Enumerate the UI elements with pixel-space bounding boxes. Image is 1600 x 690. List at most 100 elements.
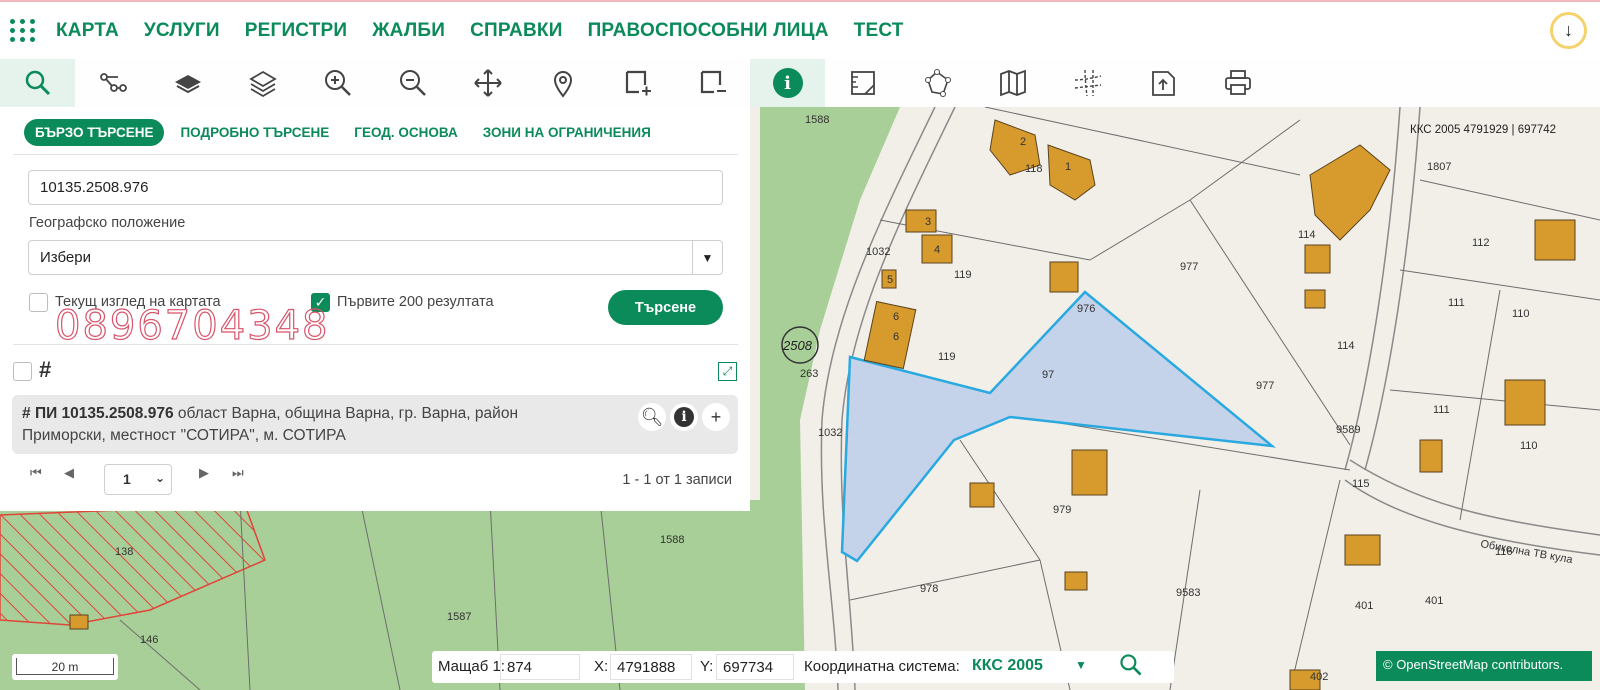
geo-position-select[interactable]: Избери ▼ <box>28 240 723 275</box>
tool-print[interactable] <box>1200 59 1275 107</box>
tab-detailed-search[interactable]: ПОДРОБНО ТЪРСЕНЕ <box>180 125 329 140</box>
first-page-icon[interactable]: ⏮︎ <box>30 465 42 481</box>
result-text: # ПИ 10135.2508.976 област Варна, община… <box>22 403 612 447</box>
nav-services[interactable]: УСЛУГИ <box>144 20 220 42</box>
svg-text:978: 978 <box>920 583 938 595</box>
svg-text:1032: 1032 <box>866 246 890 258</box>
tool-remove-area[interactable] <box>675 59 750 107</box>
last-page-icon[interactable]: ⏭︎ <box>232 465 244 481</box>
svg-text:3: 3 <box>925 216 931 228</box>
map-icon <box>999 69 1026 97</box>
tool-measure[interactable] <box>825 59 900 107</box>
tool-pan[interactable] <box>450 59 525 107</box>
grid-lines-icon <box>1074 69 1101 97</box>
measure-icon <box>850 71 875 95</box>
result-item[interactable]: # ПИ 10135.2508.976 област Варна, община… <box>12 395 738 454</box>
x-input[interactable]: 4791888 <box>610 654 692 680</box>
svg-text:115: 115 <box>1352 478 1370 490</box>
tool-marker[interactable] <box>525 59 600 107</box>
svg-text:4: 4 <box>934 244 940 256</box>
tool-add-area[interactable] <box>600 59 675 107</box>
svg-text:402: 402 <box>1310 671 1328 683</box>
select-all-checkbox[interactable] <box>13 362 32 381</box>
caret-down-icon: ▼ <box>692 241 722 274</box>
prev-page-icon[interactable]: ◀ <box>64 465 74 481</box>
divider <box>13 344 738 345</box>
search-button[interactable]: Търсене <box>608 290 723 325</box>
search-tabs: БЪРЗО ТЪРСЕНЕ ПОДРОБНО ТЪРСЕНЕ ГЕОД. ОСН… <box>24 119 676 146</box>
scale-input[interactable]: 874 <box>500 654 580 680</box>
phone-watermark: 0896704348 <box>54 302 330 349</box>
add-area-icon <box>625 70 651 96</box>
tool-polygon[interactable] <box>900 59 975 107</box>
svg-text:138: 138 <box>115 546 133 558</box>
scale-text: 20 m <box>16 658 114 675</box>
nav-registers[interactable]: РЕГИСТРИ <box>245 20 348 42</box>
svg-text:977: 977 <box>1256 380 1274 392</box>
tool-layer[interactable] <box>150 59 225 107</box>
page-select[interactable]: 1 ⌄ <box>104 464 172 495</box>
svg-text:146: 146 <box>140 634 158 646</box>
nav-map[interactable]: КАРТА <box>56 20 119 42</box>
svg-text:114: 114 <box>1298 229 1316 241</box>
svg-text:9583: 9583 <box>1176 587 1200 599</box>
result-add-button[interactable]: + <box>702 403 730 431</box>
next-page-icon[interactable]: ▶ <box>199 465 209 481</box>
grid-icon: # <box>39 357 52 382</box>
svg-text:6: 6 <box>893 311 899 323</box>
apps-grid-icon[interactable] <box>10 16 40 46</box>
download-button[interactable]: ↓ <box>1550 12 1587 49</box>
caret-down-icon[interactable]: ▼ <box>1075 658 1087 672</box>
marker-icon <box>553 71 572 98</box>
svg-text:6: 6 <box>893 331 899 343</box>
coord-search-icon[interactable] <box>1118 652 1144 682</box>
grid-icon: # <box>22 405 31 422</box>
tool-route[interactable] <box>75 59 150 107</box>
tab-restriction-zones[interactable]: ЗОНИ НА ОГРАНИЧЕНИЯ <box>483 125 651 140</box>
layers-icon <box>248 70 277 98</box>
result-zoom-button[interactable]: 🔍︎ <box>638 403 666 431</box>
tool-zoom-out[interactable] <box>375 59 450 107</box>
svg-text:263: 263 <box>800 368 818 380</box>
svg-text:97: 97 <box>1042 369 1054 381</box>
result-description-line1: област Варна, община Варна, гр. Варна, р… <box>173 405 518 422</box>
nav-references[interactable]: СПРАВКИ <box>470 20 562 42</box>
svg-text:118: 118 <box>1025 163 1043 175</box>
tool-map[interactable] <box>975 59 1050 107</box>
nav-complaints[interactable]: ЖАЛБИ <box>372 20 445 42</box>
y-input[interactable]: 697734 <box>716 654 794 680</box>
current-view-checkbox[interactable] <box>29 293 48 312</box>
tool-layers[interactable] <box>225 59 300 107</box>
map-attribution[interactable]: © OpenStreetMap contributors. <box>1376 651 1592 681</box>
svg-text:110: 110 <box>1512 308 1530 320</box>
survey-point-label: 2508 <box>782 338 813 353</box>
arrow-down-icon: ↓ <box>1564 20 1573 40</box>
scale-bar: 20 m <box>12 654 118 680</box>
scale-label: Мащаб 1: <box>438 658 505 675</box>
tab-quick-search[interactable]: БЪРЗО ТЪРСЕНЕ <box>24 119 165 146</box>
svg-text:979: 979 <box>1053 504 1071 516</box>
coordinate-system-select[interactable]: ККС 2005 <box>972 657 1043 675</box>
search-input[interactable]: 10135.2508.976 <box>28 170 723 205</box>
y-label: Y: <box>700 658 714 675</box>
tool-info[interactable]: i <box>750 59 825 107</box>
svg-text:111: 111 <box>1448 297 1465 309</box>
remove-area-icon <box>700 70 726 94</box>
tool-grid-lines[interactable] <box>1050 59 1125 107</box>
result-title: ПИ 10135.2508.976 <box>34 405 174 422</box>
tool-zoom-in[interactable] <box>300 59 375 107</box>
svg-text:119: 119 <box>938 351 956 363</box>
geo-position-label: Географско положение <box>29 215 186 231</box>
svg-text:1588: 1588 <box>660 534 684 546</box>
search-icon <box>25 70 50 96</box>
result-info-button[interactable]: i <box>670 403 698 431</box>
tool-search[interactable] <box>0 59 75 107</box>
nav-licensed-persons[interactable]: ПРАВОСПОСОБНИ ЛИЦА <box>588 20 829 42</box>
zoom-out-icon <box>399 70 426 96</box>
expand-icon[interactable]: ⤢ <box>718 362 737 381</box>
tab-geodetic-base[interactable]: ГЕОД. ОСНОВА <box>354 125 457 140</box>
tool-export[interactable] <box>1125 59 1200 107</box>
svg-text:1588: 1588 <box>805 114 829 126</box>
nav-test[interactable]: ТЕСТ <box>854 20 904 42</box>
svg-text:1: 1 <box>1065 161 1071 173</box>
